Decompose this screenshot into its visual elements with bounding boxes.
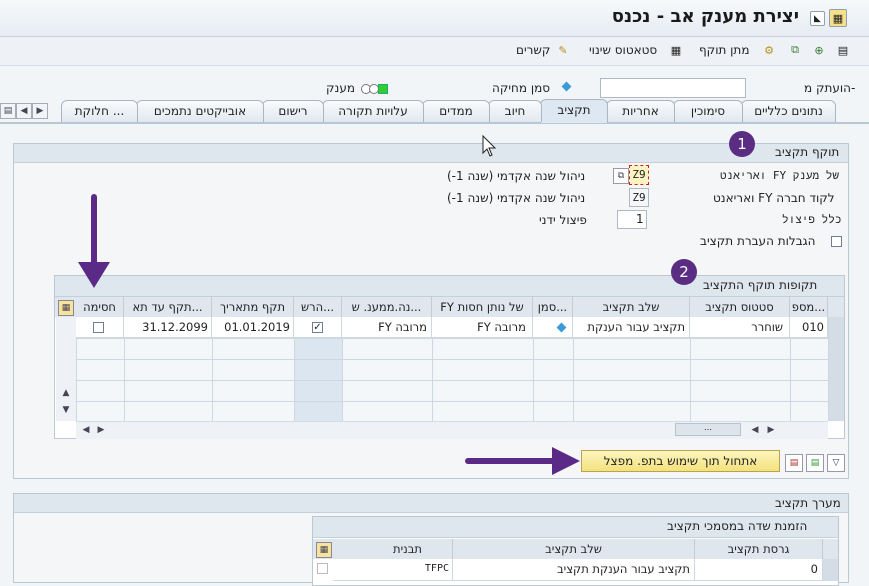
right-arrow	[465, 447, 580, 475]
mouse-cursor-icon	[482, 134, 497, 157]
down-arrow	[78, 194, 110, 288]
annotation-overlay	[78, 134, 580, 475]
